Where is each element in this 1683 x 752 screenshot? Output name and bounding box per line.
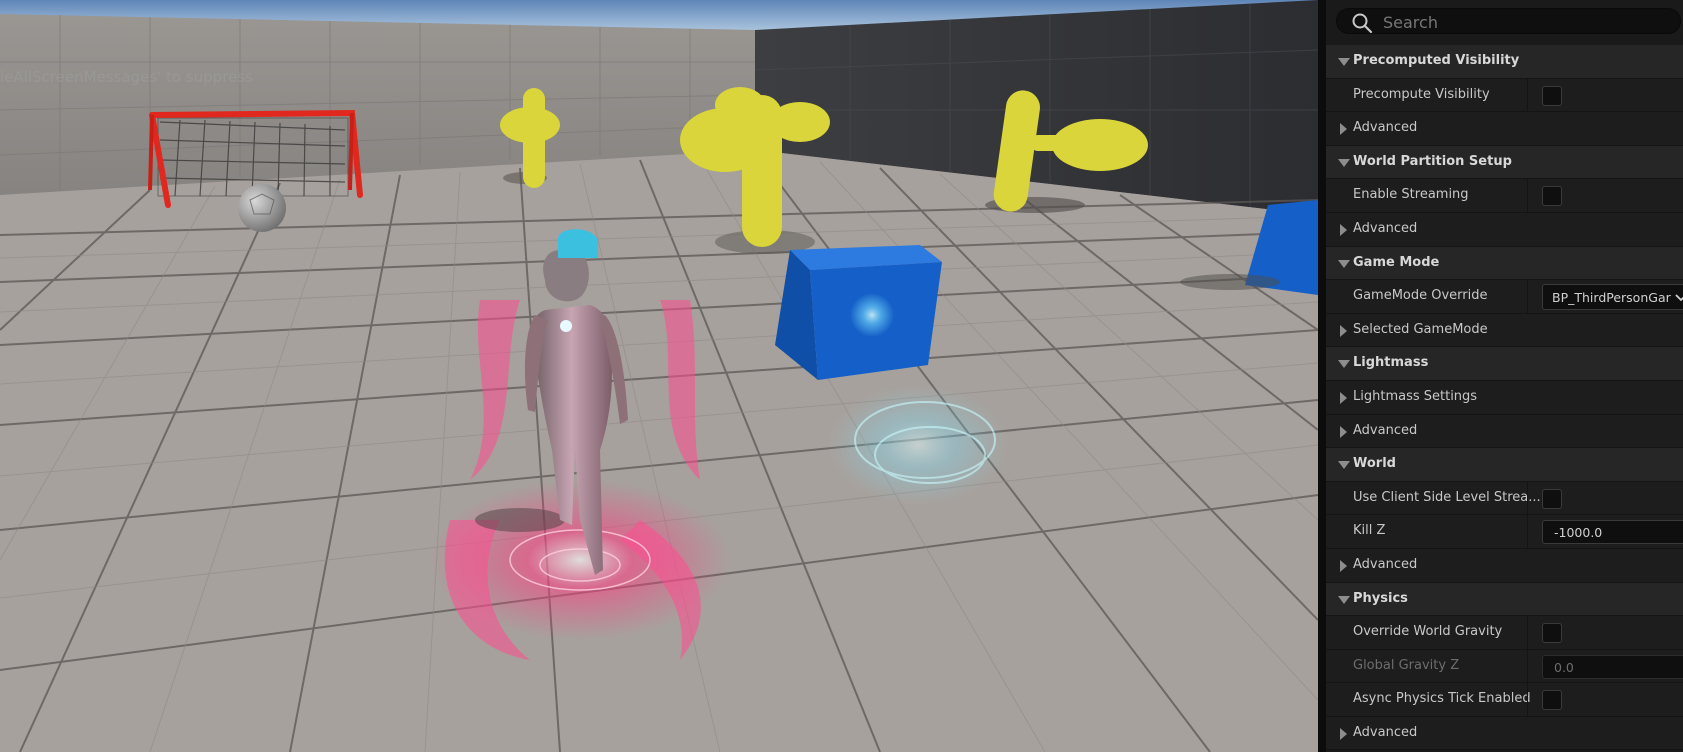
- property-row: Override World Gravity: [1326, 616, 1683, 650]
- panel-splitter[interactable]: [1318, 0, 1326, 752]
- column-splitter[interactable]: [1527, 280, 1528, 313]
- expand-arrow-icon[interactable]: [1340, 324, 1347, 337]
- collapse-arrow-icon[interactable]: [1338, 259, 1350, 268]
- dropdown-value: BP_ThirdPersonGar: [1552, 290, 1671, 306]
- collapse-arrow-icon[interactable]: [1338, 158, 1350, 167]
- collapse-arrow-icon[interactable]: [1338, 58, 1350, 66]
- numeric-field[interactable]: -1000.0: [1542, 520, 1683, 545]
- category-header[interactable]: Lightmass: [1326, 347, 1683, 381]
- subgroup-row[interactable]: Advanced: [1326, 112, 1683, 146]
- property-label: Precompute Visibility: [1353, 86, 1490, 102]
- property-row: Enable Streaming: [1326, 179, 1683, 213]
- property-row: Kill Z -1000.0: [1326, 515, 1683, 549]
- chevron-down-icon: [1675, 294, 1683, 302]
- screen-message: leAllScreenMessages' to suppress: [0, 68, 253, 86]
- collapse-arrow-icon[interactable]: [1338, 461, 1350, 470]
- numeric-field: 0.0: [1542, 654, 1683, 679]
- column-splitter[interactable]: [1527, 649, 1528, 683]
- column-splitter[interactable]: [1527, 616, 1528, 649]
- property-checkbox[interactable]: [1542, 85, 1562, 106]
- search-icon: [1352, 13, 1373, 34]
- expand-arrow-icon[interactable]: [1340, 223, 1347, 236]
- search-box[interactable]: [1336, 8, 1681, 34]
- world-settings-panel: Precomputed Visibility Precompute Visibil…: [1326, 0, 1683, 752]
- expand-arrow-icon[interactable]: [1340, 559, 1347, 572]
- property-label: Use Client Side Level Strea...: [1353, 489, 1541, 505]
- category-label: Lightmass: [1353, 355, 1429, 371]
- collapse-arrow-icon[interactable]: [1338, 360, 1350, 369]
- property-label: GameMode Override: [1353, 288, 1488, 304]
- property-label: Override World Gravity: [1353, 624, 1503, 640]
- property-label: Selected GameMode: [1353, 321, 1488, 337]
- category-header[interactable]: World: [1326, 448, 1683, 482]
- property-row: Global Gravity Z 0.0: [1326, 649, 1683, 684]
- subgroup-row[interactable]: Lightmass Settings: [1326, 380, 1683, 415]
- column-splitter[interactable]: [1527, 515, 1528, 548]
- category-label: Precomputed Visibility: [1353, 53, 1520, 68]
- viewport-scene: [0, 0, 1318, 752]
- property-checkbox[interactable]: [1542, 690, 1562, 711]
- category-header[interactable]: Game Mode: [1326, 246, 1683, 281]
- property-label: Advanced: [1353, 724, 1418, 740]
- subgroup-row[interactable]: Advanced: [1326, 716, 1683, 751]
- property-row: Precompute Visibility: [1326, 78, 1683, 113]
- gamemode-dropdown[interactable]: BP_ThirdPersonGar: [1542, 284, 1683, 311]
- property-row: Async Physics Tick Enabled: [1326, 683, 1683, 717]
- property-checkbox[interactable]: [1542, 488, 1562, 509]
- category-header[interactable]: Precomputed Visibility: [1326, 45, 1683, 79]
- property-label: Async Physics Tick Enabled: [1353, 691, 1531, 707]
- soccer-ball: [238, 184, 286, 232]
- collapse-arrow-icon[interactable]: [1338, 595, 1350, 604]
- property-row: GameMode Override BP_ThirdPersonGar: [1326, 280, 1683, 314]
- property-label: Advanced: [1353, 556, 1418, 572]
- category-label: World Partition Setup: [1353, 153, 1512, 169]
- property-label: Global Gravity Z: [1353, 657, 1460, 673]
- column-splitter[interactable]: [1527, 683, 1528, 716]
- column-splitter[interactable]: [1527, 179, 1528, 212]
- category-header[interactable]: Physics: [1326, 582, 1683, 617]
- property-checkbox[interactable]: [1542, 623, 1562, 644]
- property-label: Enable Streaming: [1353, 187, 1469, 203]
- category-label: Physics: [1353, 590, 1408, 606]
- level-viewport[interactable]: leAllScreenMessages' to suppress: [0, 0, 1318, 752]
- expand-arrow-icon[interactable]: [1340, 123, 1347, 136]
- property-row: Use Client Side Level Strea...: [1326, 481, 1683, 516]
- category-label: Game Mode: [1353, 254, 1440, 270]
- column-splitter[interactable]: [1527, 481, 1528, 515]
- subgroup-row[interactable]: Advanced: [1326, 212, 1683, 247]
- subgroup-row[interactable]: Selected GameMode: [1326, 313, 1683, 348]
- subgroup-row[interactable]: Advanced: [1326, 548, 1683, 583]
- column-splitter[interactable]: [1527, 78, 1528, 112]
- expand-arrow-icon[interactable]: [1340, 727, 1347, 740]
- property-label: Advanced: [1353, 220, 1418, 236]
- category-header[interactable]: World Partition Setup: [1326, 145, 1683, 180]
- property-checkbox[interactable]: [1542, 186, 1562, 207]
- property-label: Advanced: [1353, 120, 1418, 136]
- expand-arrow-icon[interactable]: [1340, 425, 1347, 438]
- property-label: Kill Z: [1353, 523, 1386, 539]
- expand-arrow-icon[interactable]: [1340, 391, 1347, 404]
- property-label: Lightmass Settings: [1353, 388, 1478, 404]
- property-label: Advanced: [1353, 422, 1418, 438]
- subgroup-row[interactable]: Advanced: [1326, 414, 1683, 449]
- search-input[interactable]: [1381, 11, 1675, 33]
- property-list: Precomputed Visibility Precompute Visibil…: [1326, 45, 1683, 751]
- category-label: World: [1353, 456, 1396, 472]
